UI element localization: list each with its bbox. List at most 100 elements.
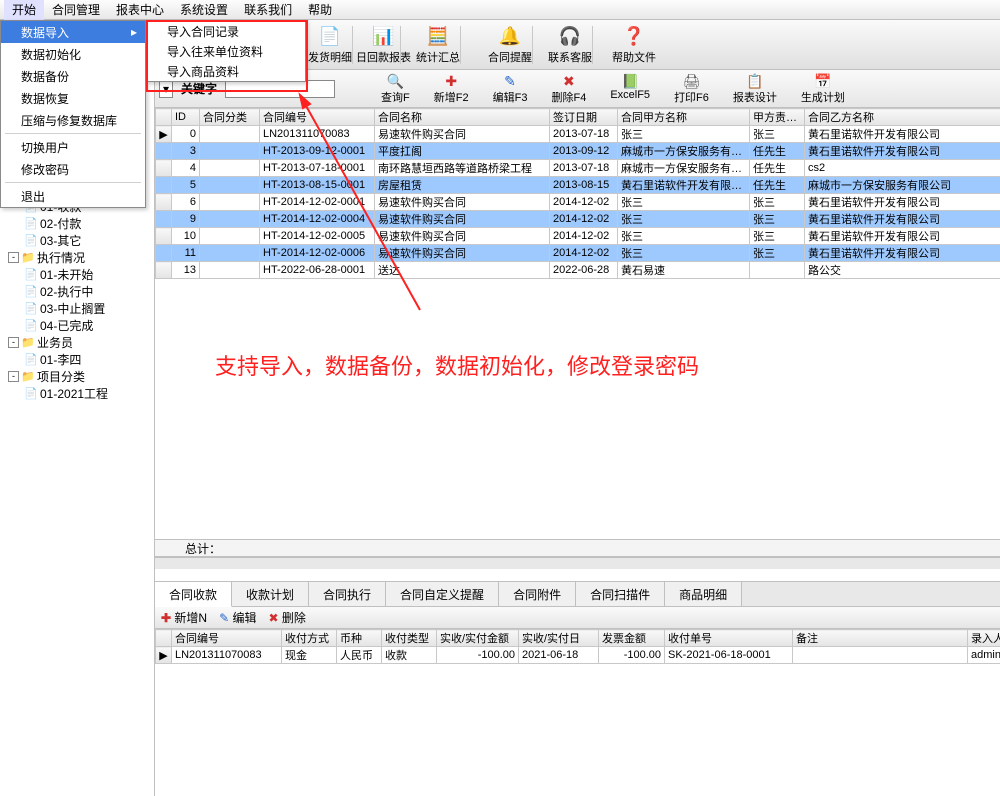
tree-node[interactable]: 📄01-未开始 — [0, 266, 154, 283]
col-header[interactable]: 甲方责任人 — [750, 109, 805, 126]
tab-合同自定义提醒[interactable]: 合同自定义提醒 — [386, 582, 499, 606]
start-menu-item[interactable]: 退出 — [1, 185, 145, 207]
删除F4-icon: ✖ — [563, 73, 575, 89]
detail-grid[interactable]: 合同编号收付方式币种收付类型实收/实付金额实收/实付日发票金额收付单号备注录入人… — [155, 629, 1000, 664]
tree-node[interactable]: 📄01-2021工程 — [0, 385, 154, 402]
col-header[interactable]: 收付单号 — [665, 630, 793, 647]
menu-帮助[interactable]: 帮助 — [300, 0, 340, 20]
col-header[interactable]: 实收/实付日 — [519, 630, 599, 647]
tree-node[interactable]: 📄03-其它 — [0, 232, 154, 249]
col-header[interactable]: 录入人 — [968, 630, 1000, 647]
folder-icon: 📄 — [24, 234, 38, 248]
total-label: 总计： — [185, 540, 221, 557]
table-row[interactable]: 4HT-2013-07-18-0001南环路慧垣西路等道路桥梁工程2013-07… — [156, 160, 1000, 177]
table-row[interactable]: 5HT-2013-08-15-0001房屋租赁2013-08-15黄石里诺软件开… — [156, 177, 1000, 194]
folder-icon: 📁 — [21, 336, 35, 350]
keyword-input[interactable] — [225, 80, 335, 98]
expander-icon[interactable]: - — [8, 252, 19, 263]
main-grid-wrap: ID合同分类合同编号合同名称签订日期合同甲方名称甲方责任人合同乙方名称▶0LN2… — [155, 108, 1000, 279]
table-row[interactable]: 9HT-2014-12-02-0004易速软件购买合同2014-12-02张三张… — [156, 211, 1000, 228]
table-row[interactable]: ▶0LN201311070083易速软件购买合同2013-07-18张三张三黄石… — [156, 126, 1000, 143]
col-header[interactable]: 合同编号 — [172, 630, 282, 647]
main-grid[interactable]: ID合同分类合同编号合同名称签订日期合同甲方名称甲方责任人合同乙方名称▶0LN2… — [155, 108, 1000, 279]
edit-button[interactable]: ✎ 编辑 — [219, 609, 256, 626]
tab-商品明细[interactable]: 商品明细 — [665, 582, 742, 606]
menu-合同管理[interactable]: 合同管理 — [44, 0, 108, 20]
btn-新增F2[interactable]: ✚新增F2 — [422, 73, 481, 105]
start-menu-item[interactable]: 修改密码 — [1, 158, 145, 180]
table-row[interactable]: 13HT-2022-06-28-0001送达2022-06-28黄石易速路公交 — [156, 262, 1000, 279]
col-header[interactable]: 币种 — [337, 630, 382, 647]
table-row[interactable]: ▶LN201311070083现金人民币收款-100.002021-06-18-… — [156, 647, 1000, 664]
tree-node[interactable]: -📁执行情况 — [0, 249, 154, 266]
btn-查询F[interactable]: 🔍查询F — [369, 73, 422, 105]
submenu-item[interactable]: 导入商品资料 — [147, 61, 305, 81]
toolbar-联系客服[interactable]: 🎧联系客服 — [540, 22, 600, 67]
查询F-icon: 🔍 — [387, 73, 404, 89]
btn-删除F4[interactable]: ✖删除F4 — [539, 73, 598, 105]
btn-报表设计[interactable]: 📋报表设计 — [721, 73, 789, 105]
col-header[interactable]: 合同甲方名称 — [618, 109, 750, 126]
tree-node[interactable]: -📁项目分类 — [0, 368, 154, 385]
col-header[interactable]: 合同乙方名称 — [805, 109, 1000, 126]
start-menu-item[interactable]: 数据备份 — [1, 65, 145, 87]
expander-icon[interactable]: - — [8, 337, 19, 348]
dropdown-icon[interactable]: ▾ — [159, 80, 173, 98]
toolbar-合同提醒[interactable]: 🔔合同提醒 — [480, 22, 540, 67]
add-button[interactable]: ✚ 新增N — [161, 609, 207, 626]
expander-icon[interactable]: - — [8, 371, 19, 382]
tree-node[interactable]: -📁业务员 — [0, 334, 154, 351]
menubar: 开始合同管理报表中心系统设置联系我们帮助 — [0, 0, 1000, 20]
menu-联系我们[interactable]: 联系我们 — [236, 0, 300, 20]
tab-合同扫描件[interactable]: 合同扫描件 — [576, 582, 665, 606]
toolbar-帮助文件[interactable]: ❓帮助文件 — [604, 22, 664, 67]
col-header[interactable]: 发票金额 — [599, 630, 665, 647]
delete-button[interactable]: ✖ 删除 — [268, 609, 305, 626]
tree-node[interactable]: 📄02-执行中 — [0, 283, 154, 300]
tree-node[interactable]: 📄02-付款 — [0, 215, 154, 232]
tree-node[interactable]: 📄01-李四 — [0, 351, 154, 368]
col-header[interactable]: 收付方式 — [282, 630, 337, 647]
合同提醒-icon: 🔔 — [498, 24, 522, 48]
annotation-text: 支持导入，数据备份，数据初始化，修改登录密码 — [215, 349, 699, 381]
submenu-item[interactable]: 导入合同记录 — [147, 21, 305, 41]
tab-合同执行[interactable]: 合同执行 — [309, 582, 386, 606]
生成计划-icon: 📅 — [814, 73, 831, 89]
tree-node[interactable]: 📄04-已完成 — [0, 317, 154, 334]
col-header[interactable]: 合同名称 — [375, 109, 550, 126]
tree-node[interactable]: 📄03-中止搁置 — [0, 300, 154, 317]
start-menu-item[interactable]: 数据恢复 — [1, 87, 145, 109]
col-header[interactable]: 签订日期 — [550, 109, 618, 126]
table-row[interactable]: 6HT-2014-12-02-0001易速软件购买合同2014-12-02张三张… — [156, 194, 1000, 211]
start-menu-item[interactable]: 数据导入▸ — [1, 21, 145, 43]
start-menu-item[interactable]: 压缩与修复数据库 — [1, 109, 145, 131]
col-header[interactable]: 收付类型 — [382, 630, 437, 647]
col-header[interactable]: ID — [172, 109, 200, 126]
col-header[interactable]: 实收/实付金额 — [437, 630, 519, 647]
btn-打印F6[interactable]: 🖨打印F6 — [662, 73, 721, 105]
table-row[interactable]: 11HT-2014-12-02-0006易速软件购买合同2014-12-02张三… — [156, 245, 1000, 262]
tab-合同收款[interactable]: 合同收款 — [155, 582, 232, 607]
menu-系统设置[interactable]: 系统设置 — [172, 0, 236, 20]
btn-生成计划[interactable]: 📅生成计划 — [789, 73, 857, 105]
table-row[interactable]: 3HT-2013-09-12-0001平度扛阁2013-09-12麻城市一方保安… — [156, 143, 1000, 160]
col-header[interactable]: 合同编号 — [260, 109, 375, 126]
发货明细-icon: 📄 — [318, 24, 342, 48]
table-row[interactable]: 10HT-2014-12-02-0005易速软件购买合同2014-12-02张三… — [156, 228, 1000, 245]
btn-ExcelF5[interactable]: 📗ExcelF5 — [598, 73, 662, 105]
日回款报表-icon: 📊 — [372, 24, 396, 48]
submenu-item[interactable]: 导入往来单位资料 — [147, 41, 305, 61]
folder-icon: 📁 — [21, 370, 35, 384]
tab-合同附件[interactable]: 合同附件 — [499, 582, 576, 606]
btn-编辑F3[interactable]: ✎编辑F3 — [481, 73, 540, 105]
col-header[interactable]: 合同分类 — [200, 109, 260, 126]
toolbar-统计汇总[interactable]: 🧮统计汇总 — [408, 22, 468, 67]
search-buttons: 🔍查询F✚新增F2✎编辑F3✖删除F4📗ExcelF5🖨打印F6📋报表设计📅生成… — [369, 73, 857, 105]
menu-开始[interactable]: 开始 — [4, 0, 44, 20]
start-menu-item[interactable]: 数据初始化 — [1, 43, 145, 65]
col-header[interactable]: 备注 — [793, 630, 968, 647]
menu-报表中心[interactable]: 报表中心 — [108, 0, 172, 20]
main-area: ▾ 关键字 🔍查询F✚新增F2✎编辑F3✖删除F4📗ExcelF5🖨打印F6📋报… — [155, 70, 1000, 796]
start-menu-item[interactable]: 切换用户 — [1, 136, 145, 158]
tab-收款计划[interactable]: 收款计划 — [232, 582, 309, 606]
